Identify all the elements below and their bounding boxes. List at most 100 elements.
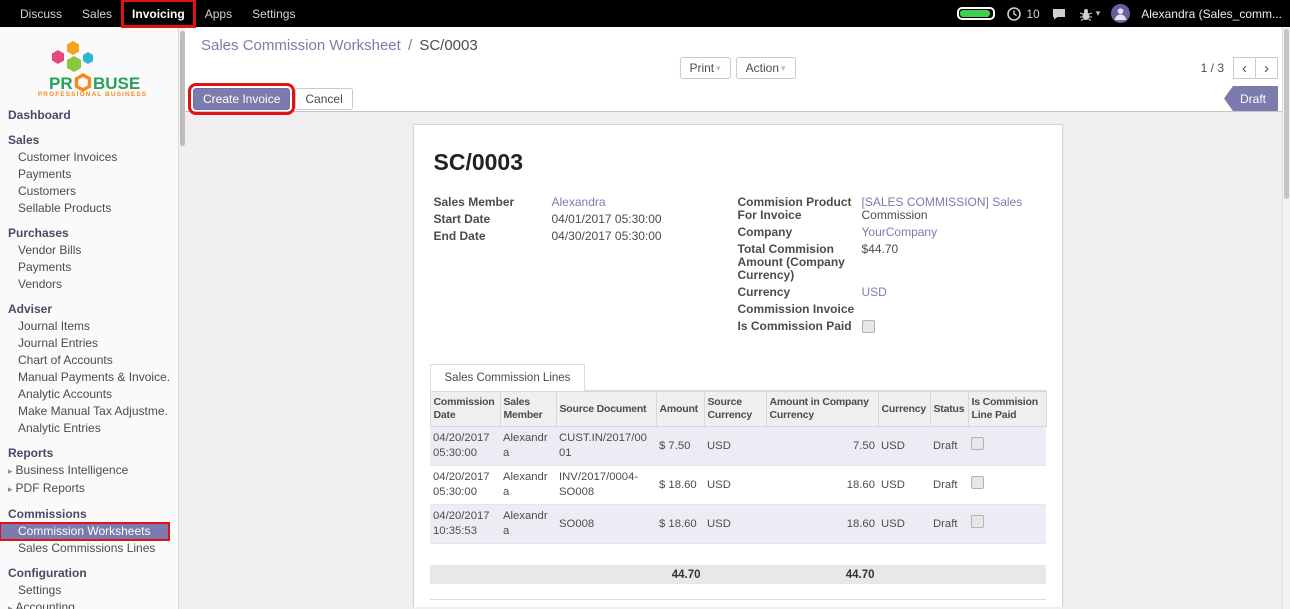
table-row[interactable]: 04/20/2017 10:35:53 Alexandra SO008 $ 18…	[430, 505, 1046, 544]
commission-product-value: [SALES COMMISSION] Sales Commission	[862, 196, 1046, 222]
sidebar-item-customer-invoices[interactable]: Customer Invoices	[0, 149, 169, 166]
cell-source-currency: USD	[704, 466, 766, 505]
activity-menu[interactable]: 10	[1006, 6, 1039, 22]
top-bar-right: 10 ▾ Alexandra (Sales_comm...	[957, 0, 1290, 27]
sidebar-item-journal-items[interactable]: Journal Items	[0, 318, 169, 335]
table-totals-row: 44.70 44.70	[430, 565, 1046, 584]
line-paid-checkbox[interactable]	[971, 437, 984, 450]
cell-date: 04/20/2017 05:30:00	[430, 427, 500, 466]
sidebar-section-purchases[interactable]: Purchases	[0, 223, 169, 242]
field-label: End Date	[434, 230, 552, 243]
tab-sales-commission-lines[interactable]: Sales Commission Lines	[430, 364, 586, 391]
control-panel-buttons: Print▾ Action▾	[679, 57, 795, 79]
pager: 1 / 3 ‹ ›	[1201, 57, 1278, 79]
sidebar-section-sales[interactable]: Sales	[0, 130, 169, 149]
action-button[interactable]: Action▾	[736, 57, 796, 79]
sidebar-item-customers[interactable]: Customers	[0, 183, 169, 200]
currency-link[interactable]: USD	[862, 286, 1046, 299]
col-source-currency[interactable]: Source Currency	[704, 392, 766, 427]
field-label: Company	[738, 226, 862, 239]
sidebar-section-commissions[interactable]: Commissions	[0, 504, 169, 523]
sidebar-section-adviser[interactable]: Adviser	[0, 299, 169, 318]
cell-amount: $ 7.50	[656, 427, 704, 466]
user-menu[interactable]: Alexandra (Sales_comm...	[1141, 7, 1282, 21]
col-is-commission-line-paid[interactable]: Is Commision Line Paid	[968, 392, 1046, 427]
cancel-button[interactable]: Cancel	[295, 88, 352, 110]
sidebar-nav: Dashboard Sales Customer Invoices Paymen…	[0, 103, 185, 609]
sidebar-item-sales-commissions-lines[interactable]: Sales Commissions Lines	[0, 540, 169, 557]
menu-sales[interactable]: Sales	[72, 0, 122, 27]
sidebar-item-chart-of-accounts[interactable]: Chart of Accounts	[0, 352, 169, 369]
company-logo[interactable]: PR BUSE PROFESSIONAL BUSINESS	[0, 27, 185, 103]
col-status[interactable]: Status	[930, 392, 968, 427]
pager-next-button[interactable]: ›	[1255, 57, 1278, 79]
notebook-tabs: Sales Commission Lines	[430, 362, 1046, 391]
sidebar-item-journal-entries[interactable]: Journal Entries	[0, 335, 169, 352]
sidebar-item-analytic-accounts[interactable]: Analytic Accounts	[0, 386, 169, 403]
battery-indicator-icon	[957, 7, 995, 20]
sidebar-item-payments-sales[interactable]: Payments	[0, 166, 169, 183]
sidebar-item-vendors[interactable]: Vendors	[0, 276, 169, 293]
cell-status: Draft	[930, 427, 968, 466]
menu-settings[interactable]: Settings	[242, 0, 305, 27]
field-group-right: Commision Product For Invoice [SALES COM…	[738, 196, 1046, 340]
sales-member-link[interactable]: Alexandra	[552, 196, 730, 209]
sidebar-item-pdf-reports[interactable]: ▸PDF Reports	[0, 480, 169, 498]
col-amount[interactable]: Amount	[656, 392, 704, 427]
sidebar-item-commission-worksheets[interactable]: Commission Worksheets	[0, 523, 169, 540]
messages-icon[interactable]	[1051, 6, 1067, 22]
field-sales-member: Sales Member Alexandra	[434, 196, 730, 209]
table-row[interactable]: 04/20/2017 05:30:00 Alexandra INV/2017/0…	[430, 466, 1046, 505]
sidebar-item-label: Business Intelligence	[16, 463, 129, 477]
col-commission-date[interactable]: Commission Date	[430, 392, 500, 427]
start-date-value: 04/01/2017 05:30:00	[552, 213, 730, 226]
app-window: Discuss Sales Invoicing Apps Settings 10	[0, 0, 1290, 609]
is-commission-paid-checkbox[interactable]	[862, 320, 875, 333]
table-row[interactable]: 04/20/2017 05:30:00 Alexandra CUST.IN/20…	[430, 427, 1046, 466]
menu-invoicing[interactable]: Invoicing	[122, 0, 195, 27]
user-avatar[interactable]	[1111, 4, 1130, 23]
debug-menu[interactable]: ▾	[1078, 6, 1101, 22]
sidebar-item-dashboard[interactable]: Dashboard	[0, 105, 169, 124]
sidebar-item-payments-purchases[interactable]: Payments	[0, 259, 169, 276]
field-label: Commission Invoice	[738, 303, 862, 316]
col-currency[interactable]: Currency	[878, 392, 930, 427]
sidebar-scrollbar-thumb[interactable]	[180, 31, 185, 146]
sidebar-item-vendor-bills[interactable]: Vendor Bills	[0, 242, 169, 259]
sidebar-item-settings[interactable]: Settings	[0, 582, 169, 599]
sidebar-item-sellable-products[interactable]: Sellable Products	[0, 200, 169, 217]
pager-buttons: ‹ ›	[1233, 57, 1278, 79]
print-button[interactable]: Print▾	[679, 57, 730, 79]
cell-amount-company: 18.60	[766, 466, 878, 505]
cell-member: Alexandra	[500, 427, 556, 466]
menu-discuss[interactable]: Discuss	[10, 0, 72, 27]
menu-apps[interactable]: Apps	[195, 0, 242, 27]
sidebar-item-manual-payments[interactable]: Manual Payments & Invoice...	[0, 369, 169, 386]
caret-down-icon: ▾	[716, 61, 721, 75]
sidebar-item-business-intelligence[interactable]: ▸Business Intelligence	[0, 462, 169, 480]
sidebar-section-reports[interactable]: Reports	[0, 443, 169, 462]
sidebar-section-configuration[interactable]: Configuration	[0, 563, 169, 582]
cell-source-currency: USD	[704, 505, 766, 544]
col-source-document[interactable]: Source Document	[556, 392, 656, 427]
form-view-background: SC/0003 Sales Member Alexandra Start Dat…	[185, 112, 1290, 607]
line-paid-checkbox[interactable]	[971, 476, 984, 489]
company-link[interactable]: YourCompany	[862, 226, 1046, 239]
page-scrollbar[interactable]	[1282, 27, 1290, 609]
commission-product-rest: Commission	[862, 209, 1046, 222]
form-sheet: SC/0003 Sales Member Alexandra Start Dat…	[413, 124, 1063, 607]
col-amount-company-currency[interactable]: Amount in Company Currency	[766, 392, 878, 427]
sidebar-scrollbar[interactable]	[178, 27, 185, 609]
sidebar-item-accounting[interactable]: ▸Accounting	[0, 599, 169, 609]
pager-previous-button[interactable]: ‹	[1233, 57, 1256, 79]
page-scrollbar-thumb[interactable]	[1284, 29, 1289, 199]
sidebar-item-analytic-entries[interactable]: Analytic Entries	[0, 420, 169, 437]
create-invoice-button[interactable]: Create Invoice	[193, 88, 290, 110]
col-sales-member[interactable]: Sales Member	[500, 392, 556, 427]
sidebar-item-tax-adjustments[interactable]: Make Manual Tax Adjustme...	[0, 403, 169, 420]
status-badge-draft[interactable]: Draft	[1224, 86, 1278, 111]
top-bar: Discuss Sales Invoicing Apps Settings 10	[0, 0, 1290, 27]
breadcrumb-parent-link[interactable]: Sales Commission Worksheet	[201, 37, 401, 54]
line-paid-checkbox[interactable]	[971, 515, 984, 528]
sidebar: PR BUSE PROFESSIONAL BUSINESS Dashboard …	[0, 27, 185, 609]
